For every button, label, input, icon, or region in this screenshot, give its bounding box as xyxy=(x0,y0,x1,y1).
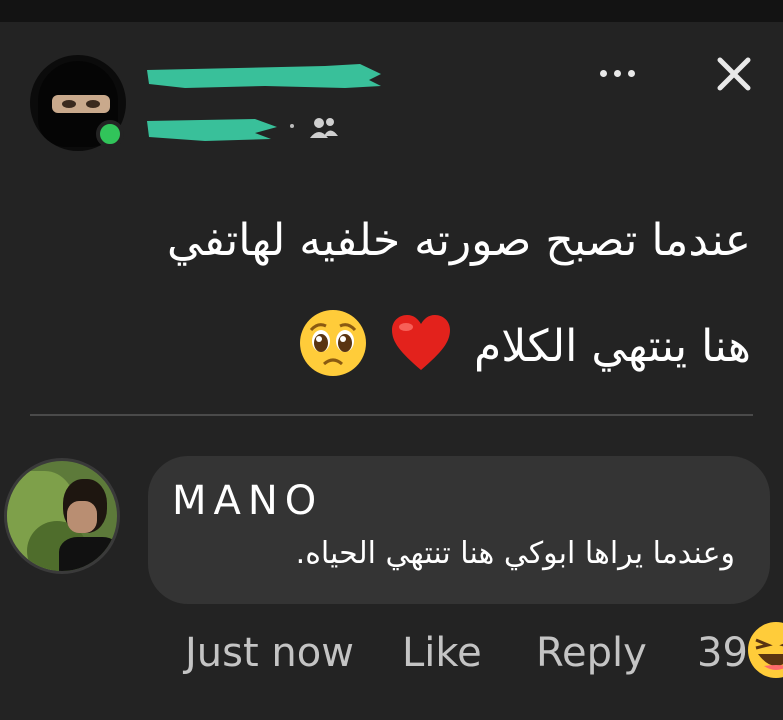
post-divider xyxy=(30,414,753,416)
reaction-count[interactable]: 39 xyxy=(697,630,748,676)
comment-timestamp: Just now xyxy=(185,630,354,676)
commenter-name[interactable]: MANO xyxy=(172,478,323,524)
more-options-icon[interactable] xyxy=(596,64,642,84)
avatar-eyes xyxy=(52,95,110,113)
top-strip xyxy=(0,0,783,22)
pleading-face-icon xyxy=(298,308,368,390)
post-text-line2-container: هنا ينتهي الكلام xyxy=(51,308,751,390)
meta-separator-dot xyxy=(290,124,294,128)
redacted-post-meta xyxy=(147,119,277,141)
reply-button[interactable]: Reply xyxy=(536,630,647,676)
commenter-avatar[interactable] xyxy=(4,458,120,574)
redacted-author-name xyxy=(147,64,381,88)
online-status-dot xyxy=(96,120,124,148)
post-text-line2: هنا ينتهي الكلام xyxy=(473,321,751,372)
group-audience-icon xyxy=(310,118,338,138)
close-icon[interactable] xyxy=(714,54,754,94)
comment-text: وعندما يراها ابوكي هنا تنتهي الحياه. xyxy=(295,536,735,571)
post-text-line1: عندما تصبح صورته خلفيه لهاتفي xyxy=(167,215,751,266)
laughing-face-icon[interactable] xyxy=(746,620,783,680)
red-heart-icon xyxy=(390,314,452,384)
like-button[interactable]: Like xyxy=(402,630,482,676)
